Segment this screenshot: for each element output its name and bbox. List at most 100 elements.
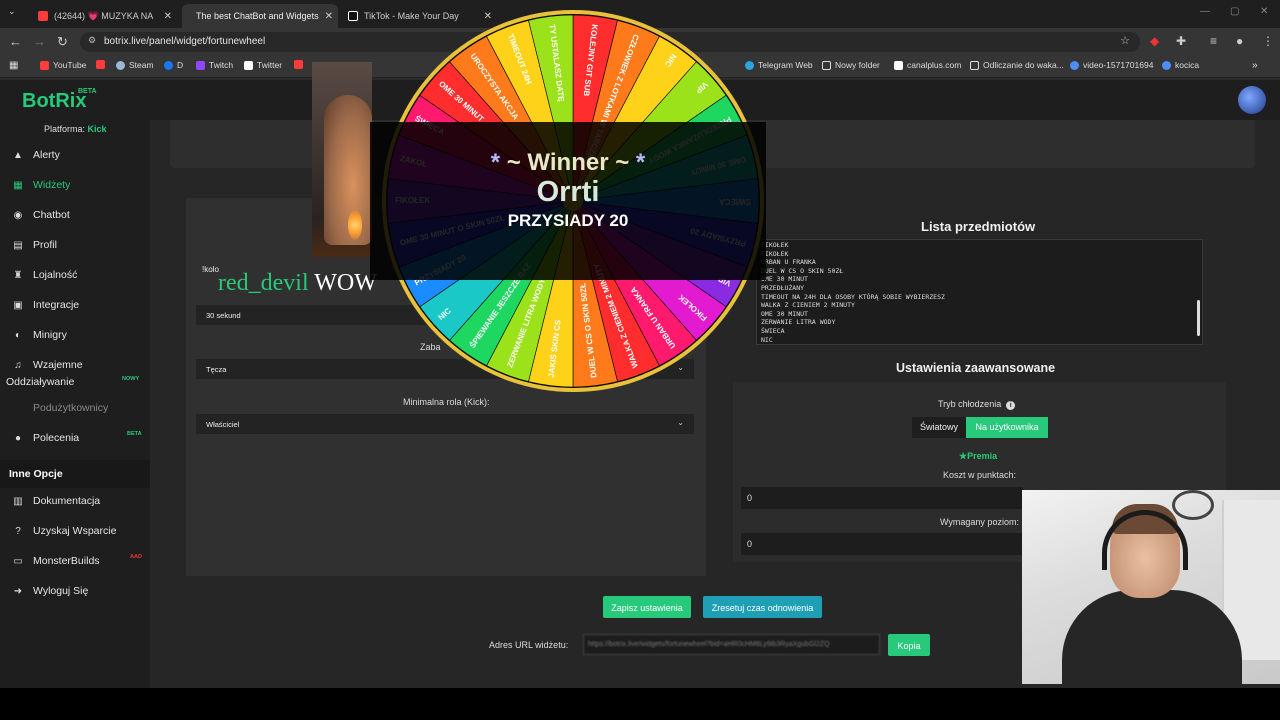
referrals-icon: ● [14,432,22,444]
extensions-puzzle-icon[interactable]: ✚ [1176,34,1186,48]
items-textarea[interactable]: FIKOŁEK FIKOŁEK URBAN U FRANKA DUEL W CS… [756,239,1203,345]
cost-input[interactable]: 0 [741,487,1023,509]
sidebar-item-dokumentacja[interactable]: ▥ Dokumentacja [12,495,100,507]
youtube-favicon-icon [38,11,48,21]
page-icon [970,60,979,70]
save-settings-button[interactable]: Zapisz ustawienia [603,596,691,618]
star-decoration-icon: * [490,149,501,176]
bookmark-odliczanie[interactable]: Odliczanie do waka... [970,60,1064,70]
facebook-icon [164,60,173,70]
sidebar-item-wyloguj[interactable]: ➜ Wyloguj Się [12,585,89,597]
bookmark-label: canalplus.com [907,60,962,70]
tab-search-icon[interactable]: ⌄ [8,6,16,17]
bookmark-steam[interactable]: Steam [116,60,154,70]
back-icon[interactable]: ← [9,34,22,49]
help-icon: ? [15,525,21,537]
tab-muzyka[interactable]: (42644) 💗 MUZYKA NA ✕ [30,4,180,28]
level-input[interactable]: 0 [741,533,1023,555]
canalplus-icon [894,60,903,70]
sidebar-item-alerty[interactable]: ▲ Alerty [12,149,60,161]
bookmark-kocica[interactable]: kocica [1162,60,1199,70]
theme-value: Tęcza [206,365,227,374]
bookmark-canalplus[interactable]: canalplus.com [894,60,961,70]
book-icon: ▥ [13,495,23,507]
reload-icon[interactable]: ↻ [57,34,68,50]
chatbot-icon: ◉ [13,209,23,221]
sidebar-item-poduzytkownicy: Podużytkownicy [12,402,108,414]
media-icon[interactable]: ≡ [1210,34,1217,48]
close-icon[interactable]: ✕ [158,11,172,22]
sidebar-item-label: Chatbot [33,209,70,221]
list-item: ŚWIECA [761,326,785,335]
cooldown-global-button[interactable]: Światowy [912,417,966,438]
bookmark-youtube-2[interactable] [96,60,109,69]
sidebar-item-widzety[interactable]: ▦ Widżety [12,179,70,191]
profile-icon[interactable]: ● [1236,34,1243,48]
profile-card-icon: ▤ [13,239,23,251]
sidebar-item-label: Wyloguj Się [33,585,89,597]
sidebar-item-wsparcie[interactable]: ? Uzyskaj Wsparcie [12,525,116,537]
page: ⌄ (42644) 💗 MUZYKA NA ✕ The best ChatBot… [0,0,1280,720]
video-icon [1070,60,1079,70]
cooldown-per-user-button[interactable]: Na użytkownika [966,417,1048,438]
tab-label: The best ChatBot and Widgets [196,11,319,21]
platform-indicator: Platforma: Kick [44,124,107,134]
kocica-icon [1162,60,1171,70]
twitch-icon [196,60,205,70]
winner-title: * ~ Winner ~ * [370,149,766,177]
user-avatar[interactable] [1238,86,1266,114]
other-options-title: Inne Opcje [9,468,63,480]
copy-button[interactable]: Kopia [888,634,930,656]
min-role-label: Minimalna rola (Kick): [403,397,490,407]
premium-text: Premia [967,451,998,461]
window-close-icon[interactable]: ✕ [1260,6,1268,17]
tab-botrix[interactable]: The best ChatBot and Widgets ✕ [182,4,338,28]
youtube-icon [96,60,105,69]
tab-label: (42644) 💗 MUZYKA NA [54,10,154,21]
sidebar-item-label: Dokumentacja [33,495,101,507]
sidebar-item-label: Minigry [33,329,67,341]
reset-cooldown-button[interactable]: Zresetuj czas odnowienia [703,596,822,618]
sidebar-item-polecenia[interactable]: ● Polecenia [12,432,79,444]
botrix-logo[interactable]: BotRix BETA [22,88,97,113]
logo-beta-badge: BETA [78,88,97,95]
bookmark-star-icon[interactable]: ☆ [1120,34,1130,47]
more-bookmarks-icon[interactable]: » [1252,60,1258,71]
beta-badge: BETA [127,431,142,437]
sidebar-item-integracje[interactable]: ▣ Integracje [12,299,79,311]
textarea-scrollbar[interactable] [1197,300,1200,336]
bookmark-twitter[interactable]: Twitter [244,60,282,70]
sidebar-item-profil[interactable]: ▤ Profil [12,239,57,251]
list-item: URBAN U FRANKA [761,258,816,267]
widget-url-input[interactable]: https://botrix.live/widgets/fortunewheel… [583,634,880,655]
minimize-icon[interactable]: — [1200,6,1210,17]
sidebar-item-monsterbuilds[interactable]: ▭ MonsterBuilds [12,555,99,567]
browser-menu-icon[interactable]: ⋮ [1262,34,1274,48]
sidebar-item-wzajemne[interactable]: ♫ Wzajemne [12,359,82,371]
sidebar-item-minigry[interactable]: ◐ Minigry [12,329,67,341]
info-icon[interactable]: i [1006,401,1016,410]
cooldown-label: Tryb chłodzenia i [938,399,1016,410]
bottom-black-bar [0,688,1280,720]
forward-icon[interactable]: → [33,34,46,49]
sidebar-item-label: Profil [33,239,57,251]
extension-red-icon[interactable]: ◆ [1150,34,1159,48]
min-role-select[interactable]: Właściciel ⌄ [196,414,694,434]
site-info-icon[interactable]: ⚙ [88,35,96,46]
candle-glow [348,210,362,240]
bookmark-youtube-3[interactable] [294,60,307,69]
sidebar-item-wzajemne-line2[interactable]: Oddziaływanie [6,376,74,388]
bookmark-facebook[interactable]: D [164,60,183,70]
star-icon: ★ [959,451,968,461]
sidebar-item-lojalnosc[interactable]: ♜ Lojalność [12,269,78,281]
premium-label: ★Premia [959,451,997,462]
list-item: WALKA Z CIENIEM 2 MINUTY [761,301,855,310]
bookmark-folder[interactable]: Nowy folder [822,60,880,70]
sidebar-item-chatbot[interactable]: ◉ Chatbot [12,209,70,221]
bookmark-youtube[interactable]: YouTube [40,60,86,70]
close-icon[interactable]: ✕ [319,11,333,22]
apps-grid-icon[interactable]: ▦ [9,60,18,71]
maximize-icon[interactable]: ▢ [1230,6,1239,17]
bookmark-video[interactable]: video-1571701694 [1070,60,1153,70]
bookmark-twitch[interactable]: Twitch [196,60,233,70]
